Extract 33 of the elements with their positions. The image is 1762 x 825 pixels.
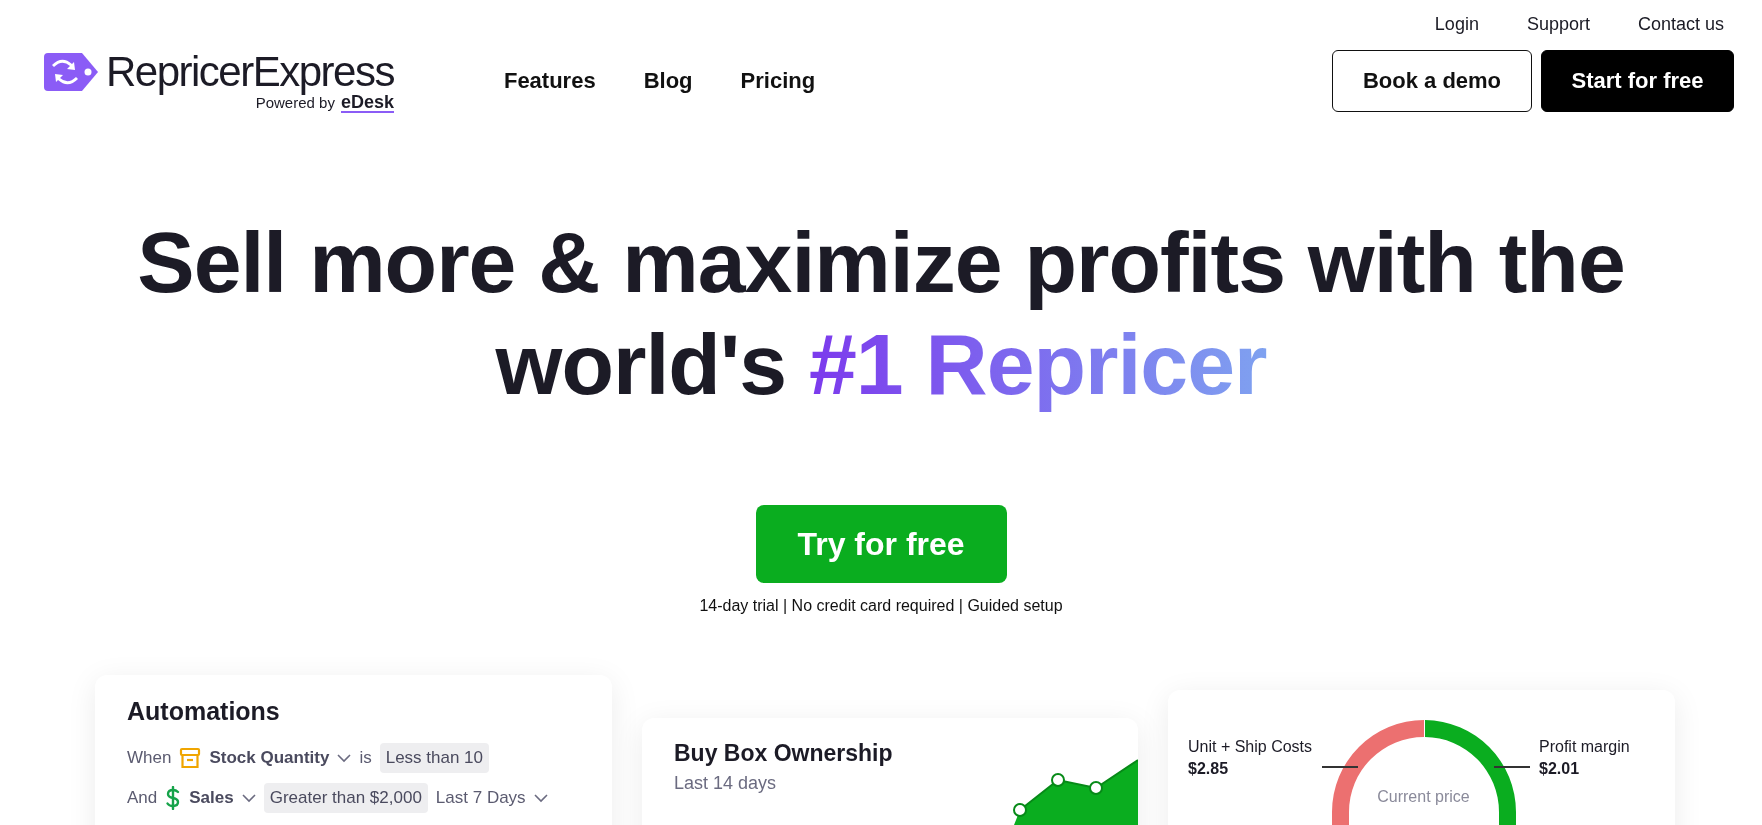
top-link[interactable]: Login bbox=[1434, 14, 1479, 38]
chevron-down-icon[interactable] bbox=[241, 793, 256, 803]
trial-note: 14-day trial | No credit card required | Guided setup bbox=[699, 597, 1063, 615]
leader-line bbox=[1322, 766, 1358, 768]
current-price-label: Current price bbox=[1377, 788, 1470, 806]
nav-link[interactable]: Pricing bbox=[740, 67, 816, 94]
cost-value: $2.85 bbox=[1188, 760, 1230, 778]
condition-chip[interactable]: Less than 10 bbox=[379, 743, 490, 773]
card-title: Automations bbox=[127, 697, 281, 726]
rule-word: is bbox=[359, 748, 372, 768]
period-selector[interactable]: Last 7 Days bbox=[435, 788, 526, 808]
field-selector[interactable]: Stock Quantity bbox=[209, 748, 330, 768]
leader-line bbox=[1494, 766, 1530, 768]
start-button[interactable]: Start for free bbox=[1541, 49, 1734, 112]
headline: Sell more & maximize profits with the world's #1 Repricer bbox=[136, 213, 1626, 414]
box-icon bbox=[179, 747, 202, 769]
nav-link[interactable]: Blog bbox=[643, 67, 693, 94]
top-link[interactable]: Support bbox=[1526, 14, 1590, 38]
field-selector[interactable]: Sales bbox=[189, 788, 234, 808]
profit-label: Profit margin bbox=[1539, 738, 1631, 756]
tag-logo-icon bbox=[44, 52, 100, 91]
chevron-down-icon[interactable] bbox=[337, 753, 352, 763]
nav-link[interactable]: Features bbox=[503, 67, 596, 94]
condition-chip[interactable]: Greater than $2,000 bbox=[263, 783, 428, 813]
demo-button[interactable]: Book a demo bbox=[1332, 49, 1532, 112]
card-title: Buy Box Ownership bbox=[674, 740, 893, 767]
rule-word: And bbox=[127, 788, 158, 808]
card-subtitle: Last 14 days bbox=[674, 773, 778, 794]
profit-value: $2.01 bbox=[1539, 760, 1581, 778]
rule-word: When bbox=[127, 748, 172, 768]
dollar-icon bbox=[165, 786, 182, 810]
top-link[interactable]: Contact us bbox=[1637, 14, 1724, 38]
chevron-down-icon[interactable] bbox=[533, 793, 548, 803]
